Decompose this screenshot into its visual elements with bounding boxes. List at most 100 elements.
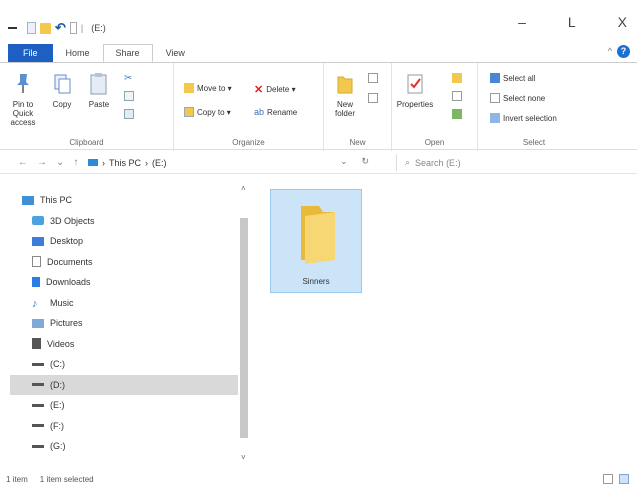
paste-button[interactable]: Paste (82, 71, 116, 109)
sidebar-item[interactable]: Downloads (22, 272, 238, 292)
sidebar-item-label: Videos (47, 338, 75, 349)
select-group: Select all Select none Invert selection … (478, 63, 590, 151)
folder-name: Sinners (302, 277, 330, 286)
new-folder-button[interactable]: New folder (328, 71, 362, 118)
copy-icon (51, 71, 73, 97)
window-controls: – L X (518, 14, 627, 30)
rename-button[interactable]: ab Rename (254, 107, 297, 117)
pictures-icon (32, 318, 44, 328)
edit-button[interactable] (452, 91, 462, 101)
address-dropdown-button[interactable]: ⌄ (340, 156, 348, 167)
easy-access-button[interactable] (368, 93, 378, 103)
undo-icon[interactable]: ↶ (55, 20, 66, 36)
ribbon: Pin to Quick access Copy Paste ✂ Clipboa… (0, 62, 637, 151)
delete-button[interactable]: ✕ Delete ▾ (254, 83, 296, 96)
organize-group: Move to ▾ ✕ Delete ▾ Copy to ▾ ab Rename… (174, 63, 324, 151)
forward-button[interactable]: → (37, 157, 47, 168)
this-pc-icon (88, 159, 98, 166)
sidebar-item-label: Downloads (46, 277, 91, 287)
videos-icon (32, 338, 41, 349)
back-button[interactable]: ← (18, 157, 28, 168)
sidebar-item-label: Pictures (50, 318, 83, 328)
sidebar-item[interactable]: (G:) (22, 436, 238, 456)
navigation-pane: This PC 3D Objects Desktop Documents Downloa… (0, 176, 250, 466)
scroll-down-button[interactable]: ˅ (241, 453, 246, 462)
folder-item-selected[interactable]: Sinners (270, 189, 362, 293)
nav-pane-scrollbar[interactable]: ˄ ˅ (238, 176, 250, 466)
select-none-button[interactable]: Select none (490, 93, 545, 103)
close-button[interactable]: X (618, 14, 627, 30)
download-icon (32, 277, 40, 287)
drive-icon (32, 362, 44, 366)
sidebar-item[interactable]: Pictures (22, 313, 238, 333)
sidebar-item[interactable]: Documents (22, 252, 238, 272)
paste-icon (88, 71, 110, 97)
details-view-icon[interactable] (603, 474, 613, 484)
sidebar-item[interactable]: ♪ Music (22, 293, 238, 313)
open-button[interactable] (452, 73, 462, 83)
up-button[interactable]: ↑ (73, 157, 78, 168)
scroll-up-button[interactable]: ˄ (241, 184, 246, 193)
sidebar-item[interactable]: Videos (22, 334, 238, 354)
tab-home[interactable]: Home (53, 44, 103, 62)
system-menu-icon[interactable] (8, 27, 17, 29)
tab-view[interactable]: View (153, 44, 198, 62)
copy-button[interactable]: Copy (45, 71, 79, 109)
copy-path-button[interactable] (124, 91, 134, 101)
rename-icon: ab (254, 107, 265, 117)
tab-share[interactable]: Share (102, 44, 153, 62)
pin-icon (12, 71, 34, 97)
folder-icon (301, 206, 335, 264)
tab-file[interactable]: File (8, 44, 53, 62)
new-item-icon (368, 73, 378, 83)
breadcrumb[interactable]: › This PC › (E:) (88, 154, 374, 171)
help-icon[interactable]: ? (617, 45, 630, 58)
pin-quick-access-button[interactable]: Pin to Quick access (6, 71, 40, 127)
copy-to-button[interactable]: Copy to ▾ (184, 107, 231, 117)
properties-icon (404, 71, 426, 97)
sidebar-item-label: Documents (47, 256, 93, 267)
breadcrumb-e-drive[interactable]: (E:) (152, 158, 167, 168)
large-icons-view-icon[interactable] (619, 474, 629, 484)
sidebar-item[interactable]: (E:) (22, 395, 238, 415)
search-input[interactable]: ⌕ Search (E:) (396, 154, 630, 171)
properties-quick-icon[interactable] (27, 22, 36, 34)
recent-locations-button[interactable]: ⌄ (56, 157, 64, 168)
minimize-button[interactable]: – (518, 14, 526, 30)
move-to-button[interactable]: Move to ▾ (184, 83, 232, 93)
drive-icon (32, 403, 44, 407)
invert-selection-icon (490, 113, 500, 123)
cut-button[interactable]: ✂ (124, 73, 134, 84)
sidebar-item[interactable]: (F:) (22, 416, 238, 436)
selection-count: 1 item selected (39, 474, 94, 484)
refresh-button[interactable]: ↻ (362, 156, 370, 167)
history-icon (452, 109, 462, 119)
desktop-icon (32, 236, 44, 246)
select-all-icon (490, 73, 500, 83)
view-switcher (603, 474, 629, 484)
history-button[interactable] (452, 109, 462, 119)
maximize-button[interactable]: L (568, 14, 576, 30)
properties-button[interactable]: Properties (397, 71, 433, 109)
customize-toolbar-icon[interactable] (69, 22, 77, 34)
address-actions: ⌄ ↻ (340, 156, 369, 167)
paste-shortcut-button[interactable] (124, 109, 134, 119)
sidebar-item[interactable]: (C:) (22, 354, 238, 374)
new-folder-quick-icon[interactable] (40, 22, 51, 34)
sidebar-item[interactable]: Desktop (22, 231, 238, 251)
copy-to-icon (184, 107, 194, 117)
sidebar-item-label: Music (50, 297, 74, 308)
scroll-thumb[interactable] (240, 218, 248, 438)
sidebar-item[interactable]: 3D Objects (22, 211, 238, 231)
invert-selection-button[interactable]: Invert selection (490, 113, 557, 123)
search-icon: ⌕ (405, 157, 411, 167)
title-separator: | (80, 23, 84, 33)
documents-icon (32, 256, 41, 267)
breadcrumb-this-pc[interactable]: This PC (109, 158, 141, 168)
minimize-ribbon-button[interactable]: ^ (608, 46, 612, 56)
sidebar-item[interactable]: (D:) (10, 374, 238, 395)
organize-group-label: Organize (232, 138, 265, 147)
sidebar-item[interactable]: This PC (22, 190, 238, 210)
select-all-button[interactable]: Select all (490, 73, 535, 83)
new-item-button[interactable] (368, 73, 378, 83)
